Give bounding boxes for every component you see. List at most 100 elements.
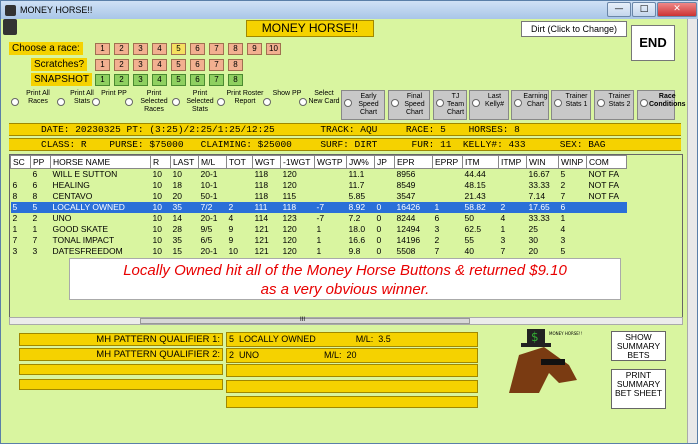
surface-toggle-button[interactable]: Dirt (Click to Change) <box>521 21 627 37</box>
chart-button-2[interactable]: TJ Team Chart <box>433 90 467 120</box>
print-option-2[interactable]: Print PP <box>92 90 127 120</box>
column-header[interactable]: ITM <box>462 155 499 169</box>
close-button[interactable]: ✕ <box>657 2 697 17</box>
scr-button-7[interactable]: 7 <box>209 59 224 71</box>
table-cell: 25 <box>528 224 538 234</box>
vertical-scrollbar[interactable] <box>687 19 697 443</box>
radio-circle-icon[interactable] <box>472 99 480 107</box>
radio-circle-icon[interactable] <box>217 98 225 106</box>
snap-button-8[interactable]: 8 <box>228 74 243 86</box>
scr-button-1[interactable]: 1 <box>95 59 110 71</box>
radio-circle-icon[interactable] <box>57 98 65 106</box>
race-button-10[interactable]: 10 <box>266 43 281 55</box>
table-row[interactable]: 3 3 DATESFREEDOM 10 15 20-1 10 121 120 1 9.8 0 5508 7… <box>11 246 627 257</box>
chart-button-0[interactable]: Early Speed Chart <box>341 90 385 120</box>
scr-button-5[interactable]: 5 <box>171 59 186 71</box>
race-button-9[interactable]: 9 <box>247 43 262 55</box>
chart-button-6[interactable]: Trainer Stats 2 <box>594 90 634 120</box>
radio-circle-icon[interactable] <box>554 99 562 107</box>
print-option-5[interactable]: Print Roster Report <box>217 90 264 120</box>
snap-button-7[interactable]: 7 <box>209 74 224 86</box>
table-row[interactable]: 2 2 UNO 10 14 20-1 4 114 123 -7 7.2 0 8244 6 50 4 33.33 1 <box>11 213 627 224</box>
column-header[interactable]: WGTP <box>314 155 347 169</box>
race-button-1[interactable]: 1 <box>95 43 110 55</box>
chart-button-3[interactable]: Last Kelly# <box>469 90 509 120</box>
race-button-8[interactable]: 8 <box>228 43 243 55</box>
scr-button-8[interactable]: 8 <box>228 59 243 71</box>
chart-button-7[interactable]: Race Conditions <box>637 90 686 120</box>
snap-button-2[interactable]: 2 <box>114 74 129 86</box>
column-header[interactable]: -1WGT <box>280 155 315 169</box>
column-header[interactable]: WGT <box>252 155 281 169</box>
print-option-7[interactable]: Select New Card <box>299 90 340 120</box>
column-header[interactable]: JW% <box>346 155 375 169</box>
scr-button-3[interactable]: 3 <box>133 59 148 71</box>
radio-circle-icon[interactable] <box>92 98 100 106</box>
chart-button-4[interactable]: Earning Chart <box>511 90 549 120</box>
radio-circle-icon[interactable] <box>391 99 399 107</box>
print-summary-bet-sheet-button[interactable]: PRINT SUMMARY BET SHEET <box>611 369 666 409</box>
table-cell <box>587 246 627 257</box>
column-header[interactable]: ITMP <box>498 155 527 169</box>
radio-circle-icon[interactable] <box>597 99 605 107</box>
chart-button-5[interactable]: Trainer Stats 1 <box>551 90 591 120</box>
table-cell: 18.0 <box>348 224 366 234</box>
print-option-label: Select New Card <box>308 90 340 105</box>
race-button-7[interactable]: 7 <box>209 43 224 55</box>
show-summary-bets-button[interactable]: SHOW SUMMARY BETS <box>611 331 666 361</box>
snap-button-4[interactable]: 4 <box>152 74 167 86</box>
race-button-2[interactable]: 2 <box>114 43 129 55</box>
column-header[interactable]: EPRP <box>432 155 463 169</box>
column-header[interactable]: TOT <box>226 155 253 169</box>
table-row[interactable]: 1 1 GOOD SKATE 10 28 9/5 9 121 120 1 18.0 0 12494 3 62… <box>11 224 627 235</box>
chart-button-1[interactable]: Final Speed Chart <box>388 90 430 120</box>
scr-button-6[interactable]: 6 <box>190 59 205 71</box>
radio-circle-icon[interactable] <box>263 98 271 106</box>
radio-circle-icon[interactable] <box>299 98 307 106</box>
radio-circle-icon[interactable] <box>514 99 522 107</box>
column-header[interactable]: COM <box>586 155 627 169</box>
race-button-5[interactable]: 5 <box>171 43 186 55</box>
table-cell: 120 <box>282 224 297 234</box>
radio-circle-icon[interactable] <box>640 99 648 107</box>
column-header[interactable]: HORSE NAME <box>50 155 151 169</box>
radio-circle-icon[interactable] <box>172 98 180 106</box>
race-button-4[interactable]: 4 <box>152 43 167 55</box>
column-header[interactable]: PP <box>30 155 51 169</box>
end-button[interactable]: END <box>631 25 675 61</box>
table-row[interactable]: 6 6 HEALING 10 18 10-1 118 120 11.7 8549 48.15 33.3… <box>11 180 627 191</box>
print-option-6[interactable]: Show PP <box>263 90 302 120</box>
scr-button-4[interactable]: 4 <box>152 59 167 71</box>
snap-button-3[interactable]: 3 <box>133 74 148 86</box>
race-button-3[interactable]: 3 <box>133 43 148 55</box>
print-option-3[interactable]: Print Selected Races <box>125 90 174 120</box>
scr-button-2[interactable]: 2 <box>114 59 129 71</box>
column-header[interactable]: SC <box>10 155 31 169</box>
radio-circle-icon[interactable] <box>344 99 352 107</box>
column-header[interactable]: EPR <box>394 155 433 169</box>
snap-button-1[interactable]: 1 <box>95 74 110 86</box>
print-option-0[interactable]: Print All Races <box>11 90 56 120</box>
column-header[interactable]: JP <box>374 155 395 169</box>
column-header[interactable]: LAST <box>170 155 199 169</box>
column-header[interactable]: R <box>150 155 171 169</box>
table-cell: 10 <box>152 224 162 234</box>
minimize-button[interactable]: — <box>607 2 631 17</box>
snap-button-5[interactable]: 5 <box>171 74 186 86</box>
table-cell: 7.14 <box>528 191 546 201</box>
table-row[interactable]: 5 5 LOCALLY OWNED 10 35 7/2 2 111 118 -7 8.92 0 1642… <box>10 201 627 213</box>
race-button-6[interactable]: 6 <box>190 43 205 55</box>
radio-circle-icon[interactable] <box>436 99 444 107</box>
radio-circle-icon[interactable] <box>125 98 133 106</box>
radio-circle-icon[interactable] <box>11 98 19 106</box>
table-row[interactable]: 7 7 TONAL IMPACT 10 35 6/5 9 121 120 1 16.6 0 14196 2… <box>11 235 627 246</box>
column-header[interactable]: WINP <box>558 155 587 169</box>
table-row[interactable]: 8 8 CENTAVO 10 20 50-1 118 115 5.85 3547 21.43 7.14… <box>11 191 627 202</box>
column-header[interactable]: M/L <box>198 155 227 169</box>
horizontal-scrollbar[interactable]: III <box>9 317 683 325</box>
print-option-4[interactable]: Print Selected Stats <box>172 90 219 120</box>
maximize-button[interactable]: □ <box>632 2 656 17</box>
table-row[interactable]: 6 WILL E SUTTON 10 10 20-1 118 120 11.1 8956 44.4… <box>11 169 627 180</box>
column-header[interactable]: WIN <box>526 155 559 169</box>
snap-button-6[interactable]: 6 <box>190 74 205 86</box>
